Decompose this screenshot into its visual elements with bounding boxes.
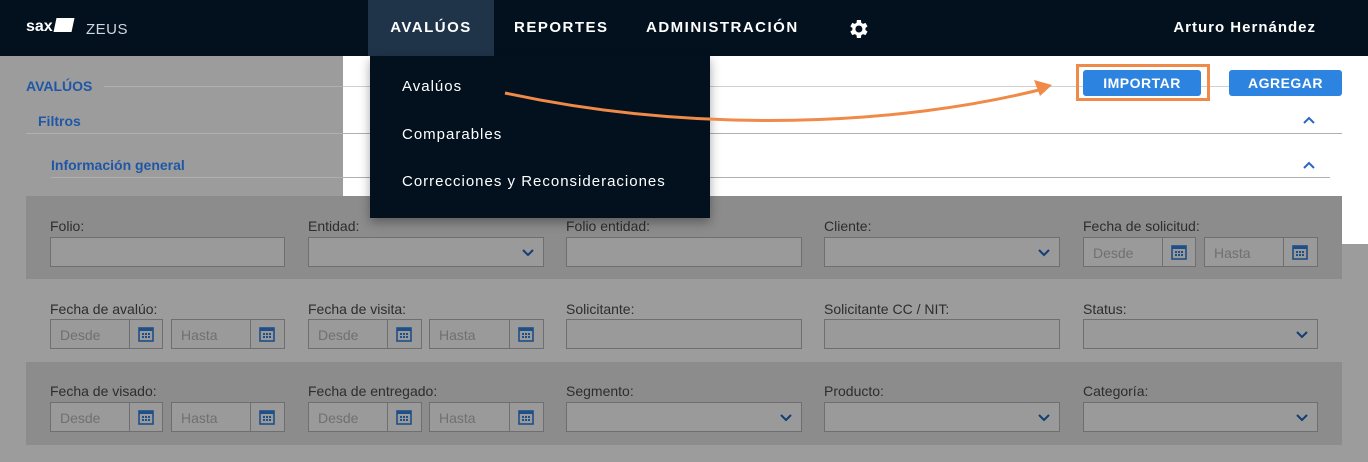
divider — [129, 320, 130, 348]
desde-placeholder: Desde — [60, 327, 101, 343]
categoria-select[interactable] — [1083, 402, 1318, 432]
fecha-visita-label: Fecha de visita: — [308, 301, 407, 317]
cliente-select[interactable] — [824, 237, 1060, 267]
fecha-avaluo-hasta[interactable]: Hasta — [171, 319, 285, 349]
calendar-icon[interactable] — [517, 325, 535, 343]
producto-label: Producto: — [824, 383, 884, 399]
hasta-placeholder: Hasta — [181, 410, 218, 426]
user-name[interactable]: Arturo Hernández — [1173, 19, 1316, 36]
menu-item-correcciones[interactable]: Correcciones y Reconsideraciones — [402, 173, 666, 190]
fecha-entregado-hasta[interactable]: Hasta — [429, 402, 544, 432]
chevron-up-icon[interactable] — [1302, 158, 1316, 172]
hasta-placeholder: Hasta — [181, 327, 218, 343]
filters-toggle[interactable]: Filtros — [38, 113, 81, 129]
folio-input[interactable] — [50, 237, 285, 267]
solicitante-label: Solicitante: — [566, 301, 635, 317]
brand-logo-mark — [53, 18, 75, 32]
status-select[interactable] — [1083, 319, 1318, 349]
divider — [387, 320, 388, 348]
nav-avaluos[interactable]: AVALÚOS — [368, 0, 494, 56]
calendar-icon[interactable] — [395, 408, 413, 426]
title-divider — [104, 86, 344, 87]
categoria-label: Categoría: — [1083, 383, 1149, 399]
top-navbar: sax ZEUS AVALÚOS REPORTES ADMINISTRACIÓN… — [0, 0, 1368, 56]
avaluos-dropdown-menu: Avalúos Comparables Correcciones y Recon… — [370, 56, 710, 218]
fecha-avaluo-label: Fecha de avalúo: — [50, 301, 158, 317]
hasta-placeholder: Hasta — [439, 327, 476, 343]
chevron-down-icon — [1037, 411, 1051, 423]
fecha-entregado-label: Fecha de entregado: — [308, 383, 438, 399]
solicitante-input[interactable] — [566, 319, 802, 349]
entidad-select[interactable] — [308, 237, 544, 267]
page-title: AVALÚOS — [26, 78, 93, 94]
import-button[interactable]: IMPORTAR — [1083, 70, 1201, 96]
entidad-label: Entidad: — [308, 218, 360, 234]
divider — [509, 403, 510, 431]
producto-select[interactable] — [824, 402, 1060, 432]
fecha-visado-desde[interactable]: Desde — [50, 402, 163, 432]
divider — [1162, 238, 1163, 266]
add-button[interactable]: AGREGAR — [1229, 70, 1342, 96]
calendar-icon[interactable] — [395, 325, 413, 343]
fecha-visita-desde[interactable]: Desde — [308, 319, 422, 349]
nav-administracion[interactable]: ADMINISTRACIÓN — [646, 0, 798, 56]
desde-placeholder: Desde — [1093, 245, 1134, 261]
calendar-icon[interactable] — [1291, 243, 1309, 261]
chevron-down-icon — [521, 246, 535, 258]
menu-item-avaluos[interactable]: Avalúos — [402, 78, 462, 95]
segmento-label: Segmento: — [566, 383, 634, 399]
status-label: Status: — [1083, 301, 1127, 317]
chevron-up-icon[interactable] — [1302, 113, 1316, 127]
chevron-down-icon — [1037, 246, 1051, 258]
divider — [509, 320, 510, 348]
fecha-avaluo-desde[interactable]: Desde — [50, 319, 163, 349]
segmento-select[interactable] — [566, 402, 802, 432]
hasta-placeholder: Hasta — [439, 410, 476, 426]
fecha-entregado-desde[interactable]: Desde — [308, 402, 422, 432]
brand-logo-text: sax — [26, 18, 53, 35]
gear-icon[interactable] — [846, 17, 870, 41]
fecha-solicitud-desde[interactable]: Desde — [1083, 237, 1196, 267]
divider — [250, 403, 251, 431]
divider — [387, 403, 388, 431]
folio-label: Folio: — [50, 218, 85, 234]
solicitante-cc-label: Solicitante CC / NIT: — [824, 301, 950, 317]
cliente-label: Cliente: — [824, 218, 872, 234]
divider — [129, 403, 130, 431]
fecha-visado-label: Fecha de visado: — [50, 383, 157, 399]
fecha-visado-hasta[interactable]: Hasta — [171, 402, 285, 432]
divider — [250, 320, 251, 348]
solicitante-cc-input[interactable] — [824, 319, 1060, 349]
general-info-toggle[interactable]: Información general — [51, 157, 185, 173]
menu-item-comparables[interactable]: Comparables — [402, 126, 502, 143]
desde-placeholder: Desde — [318, 410, 359, 426]
app-name: ZEUS — [86, 21, 129, 38]
calendar-icon[interactable] — [258, 408, 276, 426]
desde-placeholder: Desde — [318, 327, 359, 343]
chevron-down-icon — [1295, 328, 1309, 340]
calendar-icon[interactable] — [137, 325, 155, 343]
calendar-icon[interactable] — [1170, 243, 1188, 261]
desde-placeholder: Desde — [60, 410, 101, 426]
fecha-solicitud-label: Fecha de solicitud: — [1083, 218, 1200, 234]
chevron-down-icon — [779, 411, 793, 423]
calendar-icon[interactable] — [137, 408, 155, 426]
folio-entidad-input[interactable] — [566, 237, 802, 267]
chevron-down-icon — [1295, 411, 1309, 423]
nav-reportes[interactable]: REPORTES — [514, 0, 607, 56]
divider — [1283, 238, 1284, 266]
folio-entidad-label: Folio entidad: — [566, 218, 651, 234]
calendar-icon[interactable] — [258, 325, 276, 343]
brand-logo[interactable]: sax — [26, 18, 81, 36]
fecha-solicitud-hasta[interactable]: Hasta — [1204, 237, 1318, 267]
calendar-icon[interactable] — [517, 408, 535, 426]
hasta-placeholder: Hasta — [1214, 245, 1251, 261]
fecha-visita-hasta[interactable]: Hasta — [429, 319, 544, 349]
